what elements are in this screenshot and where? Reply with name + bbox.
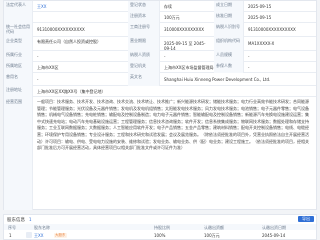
capital-label-left [4, 12, 33, 23]
scope-label-bg [4, 97, 33, 210]
org-code-label: 组织机构代码 [214, 37, 244, 51]
insured-value: - [248, 65, 250, 70]
approve-label: 核准日期 [214, 12, 244, 23]
scope-text: 一般项目：技术服务、技术开发、技术咨询、技术交流、技术转让、技术推广；新兴能源技… [37, 99, 309, 151]
info-row-2: 注册资本 100万元 核准日期 2025-09-15 [4, 12, 316, 23]
industry-label: 所属行业 [4, 51, 33, 62]
info-row-3: 统一社会信用代码 91310000XXXXXXXXXX 工商注册号 310000… [4, 23, 316, 37]
export-button[interactable]: 导出 [298, 216, 314, 222]
avatar [26, 232, 32, 238]
business-info-card: 法定代表人 王XX 登记状态 存续 成立日期 2025-09-15 注册资本 1… [3, 0, 317, 210]
business-no-value: 310000XXXXXXXXX [164, 27, 204, 32]
info-row-4: 企业类型 有限责任公司（自然人投资或控股） 营业期限 2025-09-15 至 … [4, 37, 316, 51]
credit-code-label: 统一社会信用代码 [4, 23, 33, 37]
info-row-6: 所属地区 上海市XX区 登记机关 上海市XX区市场监督管理局 参保人数 - [4, 62, 316, 73]
table-row: 1 王XX 大股东 100% 100万元 2045-09-14 [4, 231, 316, 240]
region-value: 上海市XX区 [37, 65, 59, 70]
shareholder-date: 2045-09-14 [262, 233, 286, 238]
credit-code-value: 91310000XXXXXXXXXX [37, 27, 85, 32]
former-name-label: 曾用名 [4, 73, 33, 86]
info-row-1: 法定代表人 王XX 登记状态 存续 成立日期 2025-09-15 [4, 1, 316, 12]
insured-label: 参保人数 [214, 62, 244, 73]
type-label: 企业类型 [4, 37, 33, 51]
english-name-label: 英文名 [128, 73, 160, 86]
business-no-label: 工商注册号 [128, 23, 160, 37]
english-name-value: Shanghai Huiu Xinneng Power Development … [164, 77, 271, 82]
shareholder-name[interactable]: 王XX [34, 233, 43, 239]
region-label: 所属地区 [4, 62, 33, 73]
info-row-7: 曾用名 - 英文名 Shanghai Huiu Xinneng Power De… [4, 73, 316, 86]
shareholder-amount: 100万元 [204, 233, 220, 238]
shareholder-title: 股东信息 [7, 218, 25, 223]
address-value: 上海市XX区XX路XX号（集中登记地） [37, 89, 106, 94]
type-value: 有限责任公司（自然人投资或控股） [37, 39, 101, 44]
row-no: 1 [9, 233, 12, 238]
address-label: 注册地址 [4, 86, 33, 97]
established-value: 2025-09-15 [248, 4, 272, 9]
shareholder-count: 1 [29, 217, 32, 222]
taxpayer-q-value: - [164, 54, 166, 59]
capital-value: 100万元 [164, 15, 180, 20]
status-value: 存续 [164, 4, 172, 9]
staff-label: 人员规模 [214, 51, 244, 62]
shareholder-ratio: 100% [154, 233, 166, 238]
established-label: 成立日期 [214, 1, 244, 12]
industry-value: - [37, 54, 39, 59]
status-label: 登记状态 [128, 1, 160, 12]
authority-label: 登记机关 [128, 62, 160, 73]
taxpayer-q-label: 纳税人资质 [128, 51, 160, 62]
info-row-5: 所属行业 - 纳税人资质 - 人员规模 - [4, 51, 316, 62]
taxpayer-value: 91310000XXXXXXXXXX [248, 27, 296, 32]
approve-value: 2025-09-15 [248, 15, 272, 20]
shareholder-section: 股东信息 1 导出 序号 股东名称 持股比例 认缴出资额 认缴出资日期 1 王X… [3, 214, 317, 240]
legal-rep-label: 法定代表人 [4, 1, 33, 12]
major-shareholder-badge: 大股东 [54, 233, 67, 238]
scope-label: 经营范围 [6, 99, 22, 104]
org-code-value: MA1XXXXX-X [248, 41, 275, 46]
company-info-page: 法定代表人 王XX 登记状态 存续 成立日期 2025-09-15 注册资本 1… [0, 0, 320, 240]
info-row-8: 注册地址 上海市XX区XX路XX号（集中登记地） [4, 86, 316, 97]
taxpayer-label: 纳税人识别号 [214, 23, 244, 37]
staff-value: - [248, 54, 250, 59]
term-label: 营业期限 [128, 37, 160, 51]
legal-rep-value[interactable]: 王XX [35, 3, 85, 10]
capital-label: 注册资本 [128, 12, 160, 23]
table-header: 序号 股东名称 持股比例 认缴出资额 认缴出资日期 [4, 224, 316, 230]
former-name-value: - [37, 77, 39, 82]
